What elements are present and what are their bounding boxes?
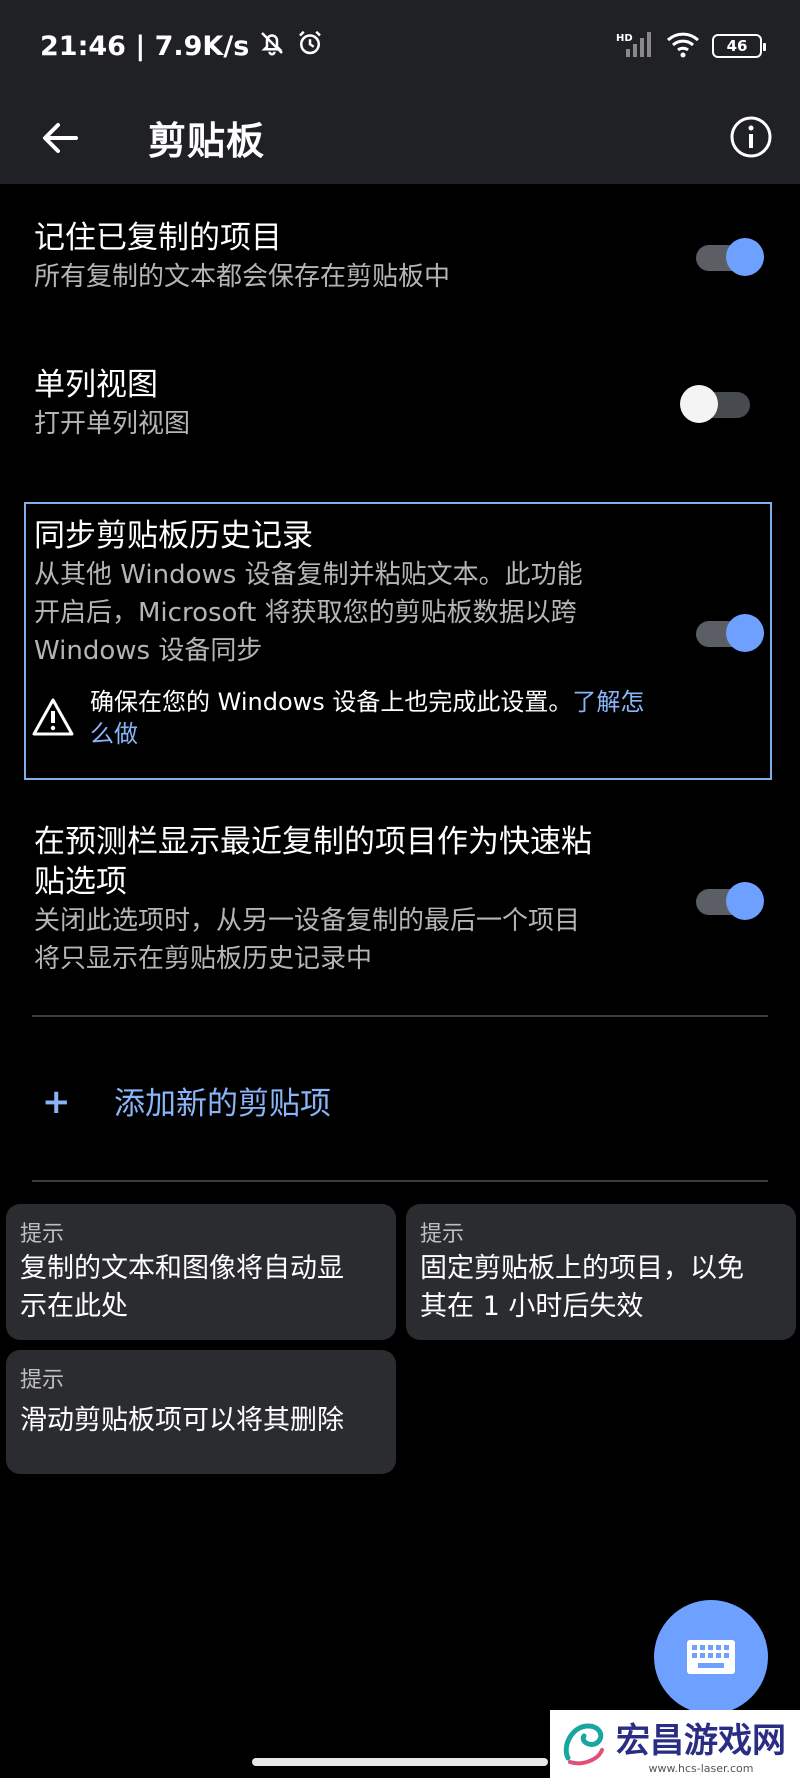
watermark-text-group: 宏昌游戏网 www.hcs-laser.com — [616, 1713, 786, 1775]
setting-subtitle-line: 开启后，Microsoft 将获取您的剪贴板数据以跨 — [34, 598, 577, 628]
setting-title: 单列视图 — [34, 367, 158, 403]
arrow-left-icon — [43, 123, 78, 153]
toggle-thumb — [680, 385, 718, 423]
tip-label: 提示 — [20, 1368, 65, 1393]
back-button[interactable] — [36, 114, 84, 162]
setting-title-line: 贴选项 — [34, 864, 127, 900]
sync-history-toggle[interactable] — [696, 614, 764, 652]
setting-title: 记住已复制的项目 — [34, 220, 282, 256]
status-left: 21:46 | 7.9K/s — [40, 28, 325, 65]
mute-notification-icon — [257, 28, 287, 65]
status-bar: 21:46 | 7.9K/s HD 46 — [0, 0, 800, 92]
toggle-thumb — [726, 238, 764, 276]
setting-title-line: 在预测栏显示最近复制的项目作为快速粘 — [34, 824, 592, 860]
setting-title: 同步剪贴板历史记录 — [34, 518, 313, 554]
network-badge: HD — [616, 33, 633, 44]
tip-card[interactable]: 提示 复制的文本和图像将自动显 示在此处 — [6, 1204, 396, 1340]
setting-prediction-bar[interactable]: 在预测栏显示最近复制的项目作为快速粘 贴选项 关闭此选项时，从另一设备复制的最后… — [0, 822, 800, 982]
info-button[interactable] — [724, 110, 778, 164]
app-bar: 剪贴板 — [0, 92, 800, 184]
cellular-signal-icon: HD — [614, 29, 654, 63]
toggle-thumb — [726, 614, 764, 652]
dragon-logo-icon — [563, 1723, 604, 1766]
watermark-url: www.hcs-laser.com — [648, 1762, 754, 1775]
tip-text-line: 其在 1 小时后失效 — [420, 1291, 644, 1322]
setting-remember-copied[interactable]: 记住已复制的项目 所有复制的文本都会保存在剪贴板中 — [0, 218, 800, 308]
battery-indicator: 46 — [712, 34, 766, 58]
setting-subtitle-line: 从其他 Windows 设备复制并粘贴文本。此功能 — [34, 560, 583, 590]
status-right: HD 46 — [614, 29, 766, 63]
keyboard-button[interactable] — [654, 1600, 768, 1714]
wifi-icon — [666, 30, 700, 62]
remember-copied-toggle[interactable] — [696, 238, 764, 276]
alarm-icon — [295, 28, 325, 65]
add-clip-label: 添加新的剪贴项 — [114, 1086, 331, 1122]
divider — [32, 1180, 768, 1182]
page-title: 剪贴板 — [148, 119, 266, 163]
tip-card[interactable]: 提示 固定剪贴板上的项目，以免 其在 1 小时后失效 — [406, 1204, 796, 1340]
plus-icon: + — [42, 1082, 71, 1122]
setting-subtitle-line: Windows 设备同步 — [34, 636, 263, 666]
warning-message: 确保在您的 Windows 设备上也完成此设置。了解怎么做 — [90, 686, 650, 750]
setting-sync-history[interactable]: 同步剪贴板历史记录 从其他 Windows 设备复制并粘贴文本。此功能 开启后，… — [0, 516, 800, 676]
tip-label: 提示 — [420, 1222, 465, 1247]
divider — [32, 1015, 768, 1017]
setting-subtitle-line: 将只显示在剪贴板历史记录中 — [34, 944, 373, 974]
watermark-title: 宏昌游戏网 — [616, 1721, 786, 1761]
warning-icon — [32, 698, 74, 736]
tip-text-line: 复制的文本和图像将自动显 — [20, 1253, 344, 1284]
keyboard-icon — [687, 1640, 735, 1674]
tip-label: 提示 — [20, 1222, 65, 1247]
tip-card[interactable]: 提示 滑动剪贴板项可以将其删除 — [6, 1350, 396, 1474]
toggle-thumb — [726, 882, 764, 920]
setting-single-column[interactable]: 单列视图 打开单列视图 — [0, 365, 800, 455]
setting-subtitle: 打开单列视图 — [34, 409, 191, 439]
prediction-bar-toggle[interactable] — [696, 882, 764, 920]
warning-text: 确保在您的 Windows 设备上也完成此设置。 — [90, 688, 573, 716]
home-indicator[interactable] — [252, 1758, 548, 1766]
setting-subtitle-line: 关闭此选项时，从另一设备复制的最后一个项目 — [34, 906, 581, 936]
tip-text-line: 固定剪贴板上的项目，以免 — [420, 1253, 744, 1284]
single-column-toggle[interactable] — [680, 385, 750, 423]
setting-subtitle: 所有复制的文本都会保存在剪贴板中 — [34, 262, 451, 292]
tip-text-line: 滑动剪贴板项可以将其删除 — [20, 1405, 344, 1436]
add-clip-button[interactable]: + 添加新的剪贴项 — [0, 1060, 800, 1140]
status-time-speed: 21:46 | 7.9K/s — [40, 30, 250, 62]
tip-text-line: 示在此处 — [20, 1291, 128, 1322]
watermark: 宏昌游戏网 www.hcs-laser.com — [550, 1710, 800, 1778]
info-icon — [730, 116, 772, 158]
